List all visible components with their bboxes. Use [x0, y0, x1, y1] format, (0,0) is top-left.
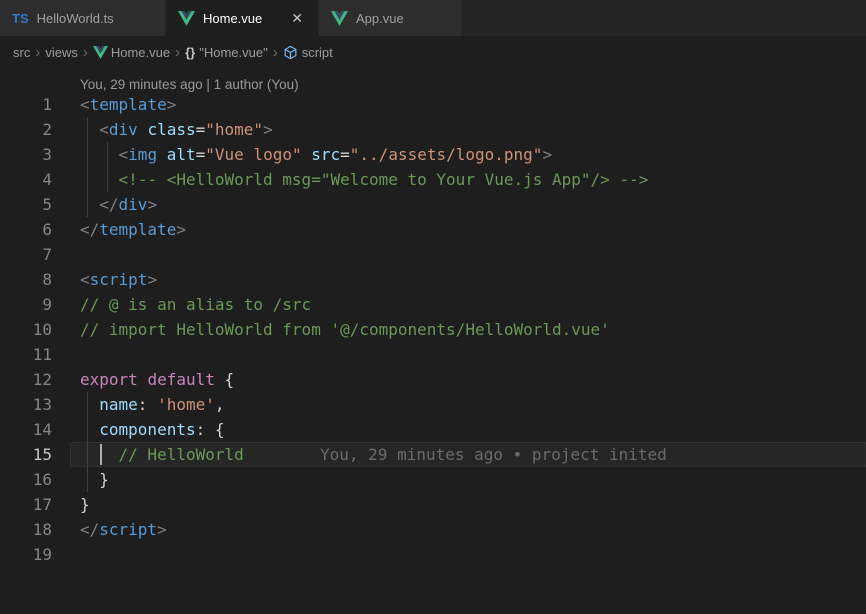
code-text: <div class="home">: [80, 117, 273, 142]
line-number: 3: [0, 142, 52, 167]
breadcrumb: src › views › Home.vue › {} "Home.vue" ›…: [0, 36, 866, 68]
tab-helloworld-ts[interactable]: TS HelloWorld.ts: [0, 0, 166, 36]
code-text: export default {: [80, 367, 234, 392]
typescript-icon: TS: [12, 11, 29, 26]
tab-home-vue[interactable]: Home.vue ✕: [166, 0, 319, 36]
close-icon[interactable]: ✕: [288, 9, 306, 27]
line-number: 10: [0, 317, 52, 342]
tab-app-vue[interactable]: App.vue: [319, 0, 462, 36]
code-line[interactable]: 6 </template>: [0, 217, 866, 242]
tab-label: HelloWorld.ts: [37, 11, 114, 26]
code-line[interactable]: 12 export default {: [0, 367, 866, 392]
code-line[interactable]: 13 name: 'home',: [0, 392, 866, 417]
tab-label: Home.vue: [203, 11, 262, 26]
code-text: components: {: [80, 417, 225, 442]
line-number: 2: [0, 117, 52, 142]
breadcrumb-label: Home.vue: [111, 45, 170, 60]
line-number: 15: [0, 442, 52, 467]
code-text: </script>: [80, 517, 167, 542]
line-number: 19: [0, 542, 52, 567]
tab-label: App.vue: [356, 11, 404, 26]
code-text: // HelloWorld: [80, 442, 244, 467]
code-text: <script>: [80, 267, 157, 292]
code-line[interactable]: 11: [0, 342, 866, 367]
code-text: <img alt="Vue logo" src="../assets/logo.…: [80, 142, 552, 167]
chevron-right-icon: ›: [268, 45, 283, 60]
code-line[interactable]: 18 </script>: [0, 517, 866, 542]
code-text: </div>: [80, 192, 157, 217]
braces-icon: {}: [185, 45, 195, 60]
code-line[interactable]: 16 }: [0, 467, 866, 492]
breadcrumb-item-views[interactable]: views: [45, 45, 78, 60]
breadcrumb-label: views: [45, 45, 78, 60]
code-line[interactable]: 14 components: {: [0, 417, 866, 442]
line-number: 9: [0, 292, 52, 317]
code-text: // import HelloWorld from '@/components/…: [80, 317, 610, 342]
code-text: </template>: [80, 217, 186, 242]
vue-icon: [93, 46, 108, 59]
inline-blame-annotation: You, 29 minutes ago • project inited: [320, 442, 667, 467]
code-line[interactable]: 4 <!-- <HelloWorld msg="Welcome to Your …: [0, 167, 866, 192]
code-line[interactable]: 15 // HelloWorld You, 29 minutes ago • pr…: [0, 442, 866, 467]
breadcrumb-label: src: [13, 45, 30, 60]
codelens-annotation[interactable]: You, 29 minutes ago | 1 author (You): [0, 68, 866, 92]
code-area[interactable]: 1<template>2 <div class="home">3 <img al…: [0, 92, 866, 567]
line-number: 12: [0, 367, 52, 392]
breadcrumb-label: script: [302, 45, 333, 60]
code-text: }: [80, 492, 90, 517]
chevron-right-icon: ›: [30, 45, 45, 60]
code-text: }: [80, 467, 109, 492]
line-number: 17: [0, 492, 52, 517]
breadcrumb-item-home-vue[interactable]: Home.vue: [93, 45, 170, 60]
code-line[interactable]: 3 <img alt="Vue logo" src="../assets/log…: [0, 142, 866, 167]
line-number: 13: [0, 392, 52, 417]
line-number: 18: [0, 517, 52, 542]
chevron-right-icon: ›: [78, 45, 93, 60]
line-number: 7: [0, 242, 52, 267]
code-text: name: 'home',: [80, 392, 225, 417]
module-cube-icon: [283, 45, 298, 60]
breadcrumb-label: "Home.vue": [199, 45, 267, 60]
code-text: // @ is an alias to /src: [80, 292, 311, 317]
tab-bar: TS HelloWorld.ts Home.vue ✕ App.vue: [0, 0, 866, 36]
line-number: 6: [0, 217, 52, 242]
code-line[interactable]: 10 // import HelloWorld from '@/component…: [0, 317, 866, 342]
breadcrumb-item-script[interactable]: script: [283, 45, 333, 60]
line-number: 14: [0, 417, 52, 442]
code-text: <template>: [80, 92, 176, 117]
vue-icon: [331, 11, 348, 26]
line-number: 8: [0, 267, 52, 292]
code-line[interactable]: 19: [0, 542, 866, 567]
line-number: 1: [0, 92, 52, 117]
breadcrumb-item-src[interactable]: src: [13, 45, 30, 60]
vue-icon: [178, 11, 195, 26]
code-line[interactable]: 9 // @ is an alias to /src: [0, 292, 866, 317]
line-number: 4: [0, 167, 52, 192]
code-text: <!-- <HelloWorld msg="Welcome to Your Vu…: [80, 167, 648, 192]
code-line[interactable]: 2 <div class="home">: [0, 117, 866, 142]
code-line[interactable]: 1 <template>: [0, 92, 866, 117]
line-number: 5: [0, 192, 52, 217]
line-number: 11: [0, 342, 52, 367]
code-line[interactable]: 17}: [0, 492, 866, 517]
chevron-right-icon: ›: [170, 45, 185, 60]
breadcrumb-item-home-vue-symbol[interactable]: {} "Home.vue": [185, 45, 268, 60]
code-line[interactable]: 8 <script>: [0, 267, 866, 292]
code-line[interactable]: 5 </div>: [0, 192, 866, 217]
line-number: 16: [0, 467, 52, 492]
code-editor[interactable]: You, 29 minutes ago | 1 author (You) 1 <t…: [0, 68, 866, 567]
code-line[interactable]: 7: [0, 242, 866, 267]
